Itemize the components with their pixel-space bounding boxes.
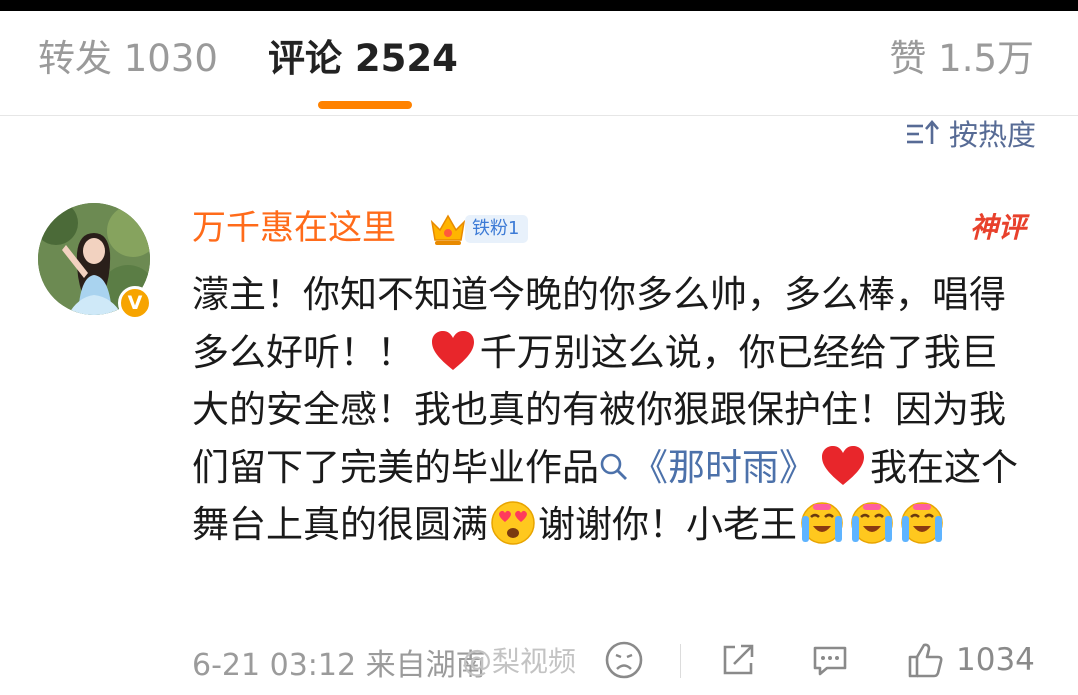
crying-emoji-icon [801,502,843,544]
sort-toggle[interactable]: 按热度 [905,112,1036,154]
comment-meta: 6-21 03:12 来自湖南 [192,648,486,683]
comment-username[interactable]: 万千惠在这里 [192,206,396,250]
watermark: @梨视频 [462,640,576,680]
sort-label: 按热度 [948,118,1036,152]
sad-face-icon[interactable] [604,640,644,680]
sort-icon [906,120,939,144]
active-tab-indicator [318,101,412,109]
red-heart-emoji-icon [822,445,864,485]
red-heart-emoji-icon [431,330,474,370]
reply-comment-icon[interactable] [810,640,850,680]
comment-tabs: 转发 1030 评论 2524 赞 1.5万 [0,11,1078,115]
crying-emoji-icon [901,502,943,544]
comment-body: 濛主！你知不知道今晚的你多么帅，多么棒，唱得多么好听！！ 千万别这么说，你已经给… [192,266,1022,554]
top-black-bar [0,0,1078,11]
tab-likes[interactable]: 赞 1.5万 [889,37,1034,81]
topic-link[interactable]: 《那时雨》 [631,446,816,489]
watermark-at: @ [462,644,492,679]
verified-badge-icon: V [118,286,152,320]
tab-comments[interactable]: 评论 2524 [268,37,458,81]
hot-comment-tag: 神评 [969,211,1026,244]
watermark-text: 梨视频 [492,645,577,678]
comment-text-4: 谢谢你！小老王 [538,503,797,546]
footer-separator [680,644,681,678]
heart-eyes-emoji-icon [491,501,535,545]
search-link-icon [600,453,627,480]
like-count: 1034 [956,642,1035,678]
share-icon[interactable] [718,640,758,680]
thumbs-up-icon [908,643,943,678]
fan-badge: 铁粉1 [465,215,529,243]
like-button[interactable]: 1034 [906,640,1035,680]
tab-repost[interactable]: 转发 1030 [38,37,218,81]
crown-icon [430,214,466,245]
crying-emoji-icon [851,502,893,544]
